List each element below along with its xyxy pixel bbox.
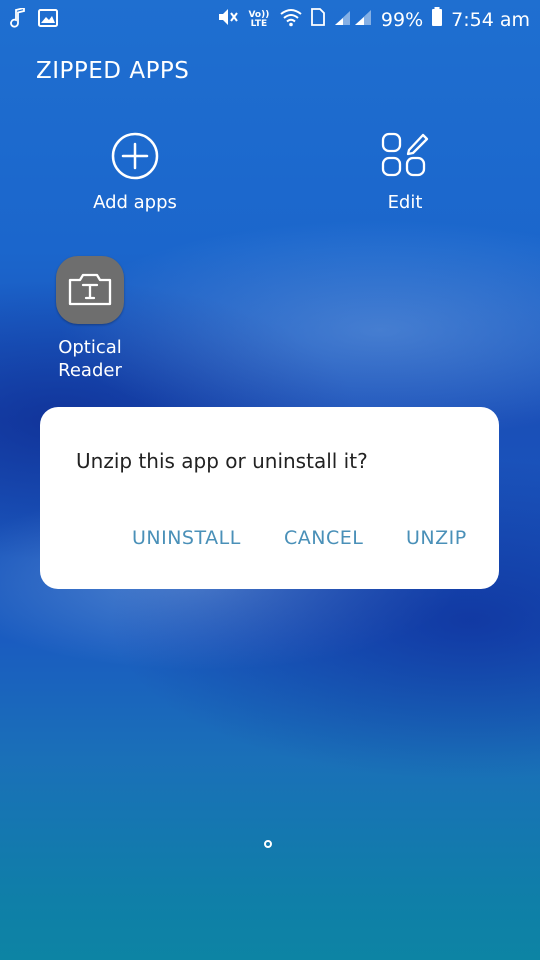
dialog-message: Unzip this app or uninstall it? [76,449,368,473]
wifi-icon [279,7,303,32]
unzip-button[interactable]: UNZIP [406,527,467,549]
app-label-line1: Optical [58,337,122,358]
add-circle-icon [109,130,161,182]
cancel-button[interactable]: CANCEL [284,527,363,549]
add-apps-button[interactable]: Add apps [65,130,205,213]
app-label: Optical Reader [54,336,126,382]
status-left [10,6,58,33]
uninstall-button[interactable]: UNINSTALL [132,527,241,549]
status-right: Vo)) LTE 99% 7:54 am [217,7,530,32]
app-optical-reader[interactable]: Optical Reader [54,256,126,382]
edit-label: Edit [387,192,423,213]
add-apps-label: Add apps [93,192,177,213]
page-indicator [264,840,272,848]
music-note-icon [10,6,26,33]
battery-icon [431,7,443,32]
app-label-line2: Reader [58,360,122,381]
edit-button[interactable]: Edit [335,130,475,213]
image-icon [38,9,58,32]
unzip-dialog: Unzip this app or uninstall it? UNINSTAL… [40,407,499,589]
camera-text-icon [56,256,124,324]
folder-title[interactable]: ZIPPED APPS [36,58,189,84]
edit-grid-icon [379,130,431,182]
volte-icon: Vo)) LTE [248,9,270,29]
signal-icon [333,8,373,31]
battery-percent: 99% [380,8,424,31]
sim-icon [311,8,325,31]
status-bar: Vo)) LTE 99% 7:54 am [0,0,540,38]
mute-icon [217,7,239,32]
clock: 7:54 am [451,8,530,31]
